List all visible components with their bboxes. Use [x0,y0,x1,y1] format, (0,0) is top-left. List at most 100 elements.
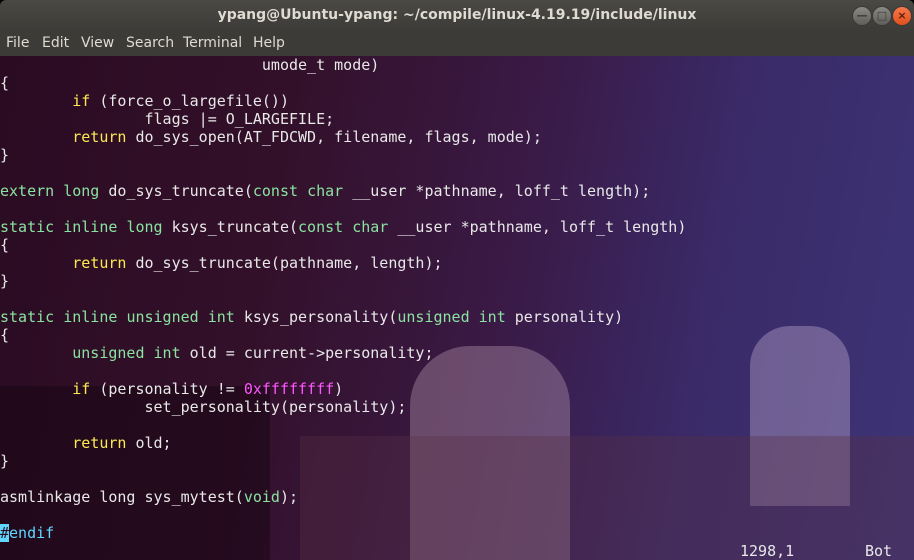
code-token: ) [334,380,344,398]
code-token: return [72,254,127,272]
code-token: const [252,182,299,200]
minimize-button[interactable]: — [852,6,872,26]
code-line: return do_sys_truncate(pathname, length)… [0,254,686,272]
code-token: do_sys_truncate( [99,182,253,200]
code-token: { [0,236,10,254]
code-line: if (personality != 0xffffffff) [0,380,686,398]
code-token: umode_t mode) [0,56,380,74]
code-token: { [0,326,10,344]
code-token: long [63,182,100,200]
code-token: const [298,218,344,236]
code-token: asmlinkage long sys_mytest( [0,488,244,506]
cursor-position: 1298,1 [740,542,795,560]
code-token: if [72,380,91,398]
code-token: char [352,218,389,236]
code-token: ksys_personality( [234,308,398,326]
code-token: char [307,182,344,200]
maximize-button[interactable]: □ [872,6,892,26]
code-line: } [0,452,686,470]
code-token: unsigned [126,308,199,326]
code-line: static inline unsigned int ksys_personal… [0,308,686,326]
code-token: set_personality(personality); [0,398,407,416]
code-token: (force_o_largefile()) [90,92,289,110]
code-line: asmlinkage long sys_mytest(void); [0,488,686,506]
code-token: return [72,128,127,146]
code-token: void [243,488,280,506]
code-token: do_sys_truncate(pathname, length); [126,254,443,272]
menu-search[interactable]: Search [126,35,174,51]
code-token: long [126,218,163,236]
code-line: if (force_o_largefile()) [0,92,686,110]
code-token: (personality != [90,380,244,398]
scroll-position: Bot [865,542,893,560]
code-view: umode_t mode){ if (force_o_largefile()) … [0,56,686,542]
code-line: { [0,326,686,344]
code-line: } [0,146,686,164]
code-token: } [0,272,10,290]
code-line: return old; [0,434,686,452]
code-line: static inline long ksys_truncate(const c… [0,218,686,236]
code-token: __user *pathname, loff_t length) [388,218,687,236]
close-button[interactable]: × [892,6,912,26]
code-line: umode_t mode) [0,56,686,74]
code-token: personality) [505,308,624,326]
minimize-icon: — [856,9,868,22]
code-token: if [72,92,91,110]
maximize-icon: □ [876,9,888,22]
code-token: do_sys_open(AT_FDCWD, filename, flags, m… [126,128,542,146]
terminal-area[interactable]: umode_t mode){ if (force_o_largefile()) … [0,56,914,560]
code-line: flags |= O_LARGEFILE; [0,110,686,128]
code-token: endif [9,524,55,542]
menu-terminal[interactable]: Terminal [183,35,242,51]
code-line: { [0,236,686,254]
code-token: inline [63,218,118,236]
code-token: return [72,434,127,452]
code-token: int [478,308,506,326]
code-token: old = current->personality; [180,344,434,362]
menu-view[interactable]: View [81,35,114,51]
code-token: unsigned [72,344,145,362]
code-token: static [0,308,55,326]
menu-bar: File Edit View Search Terminal Help [0,32,914,56]
code-token: flags |= O_LARGEFILE; [0,110,335,128]
code-line: { [0,74,686,92]
code-token: ); [279,488,299,506]
code-token: { [0,74,10,92]
menu-edit[interactable]: Edit [42,35,69,51]
code-line: } [0,272,686,290]
window-title: ypang@Ubuntu-ypang: ~/compile/linux-4.19… [217,7,697,23]
code-line: extern long do_sys_truncate(const char _… [0,182,686,200]
code-token: int [153,344,181,362]
code-token: } [0,452,10,470]
menu-help[interactable]: Help [253,35,285,51]
menu-file[interactable]: File [6,35,29,51]
code-line: set_personality(personality); [0,398,686,416]
code-token: } [0,146,10,164]
code-line: unsigned int old = current->personality; [0,344,686,362]
code-token: ksys_truncate( [162,218,299,236]
code-token: static [0,218,55,236]
title-bar: ypang@Ubuntu-ypang: ~/compile/linux-4.19… [0,0,914,32]
code-token: extern [0,182,55,200]
close-icon: × [897,9,907,22]
code-token: 0xffffffff [243,380,335,398]
code-line: return do_sys_open(AT_FDCWD, filename, f… [0,128,686,146]
